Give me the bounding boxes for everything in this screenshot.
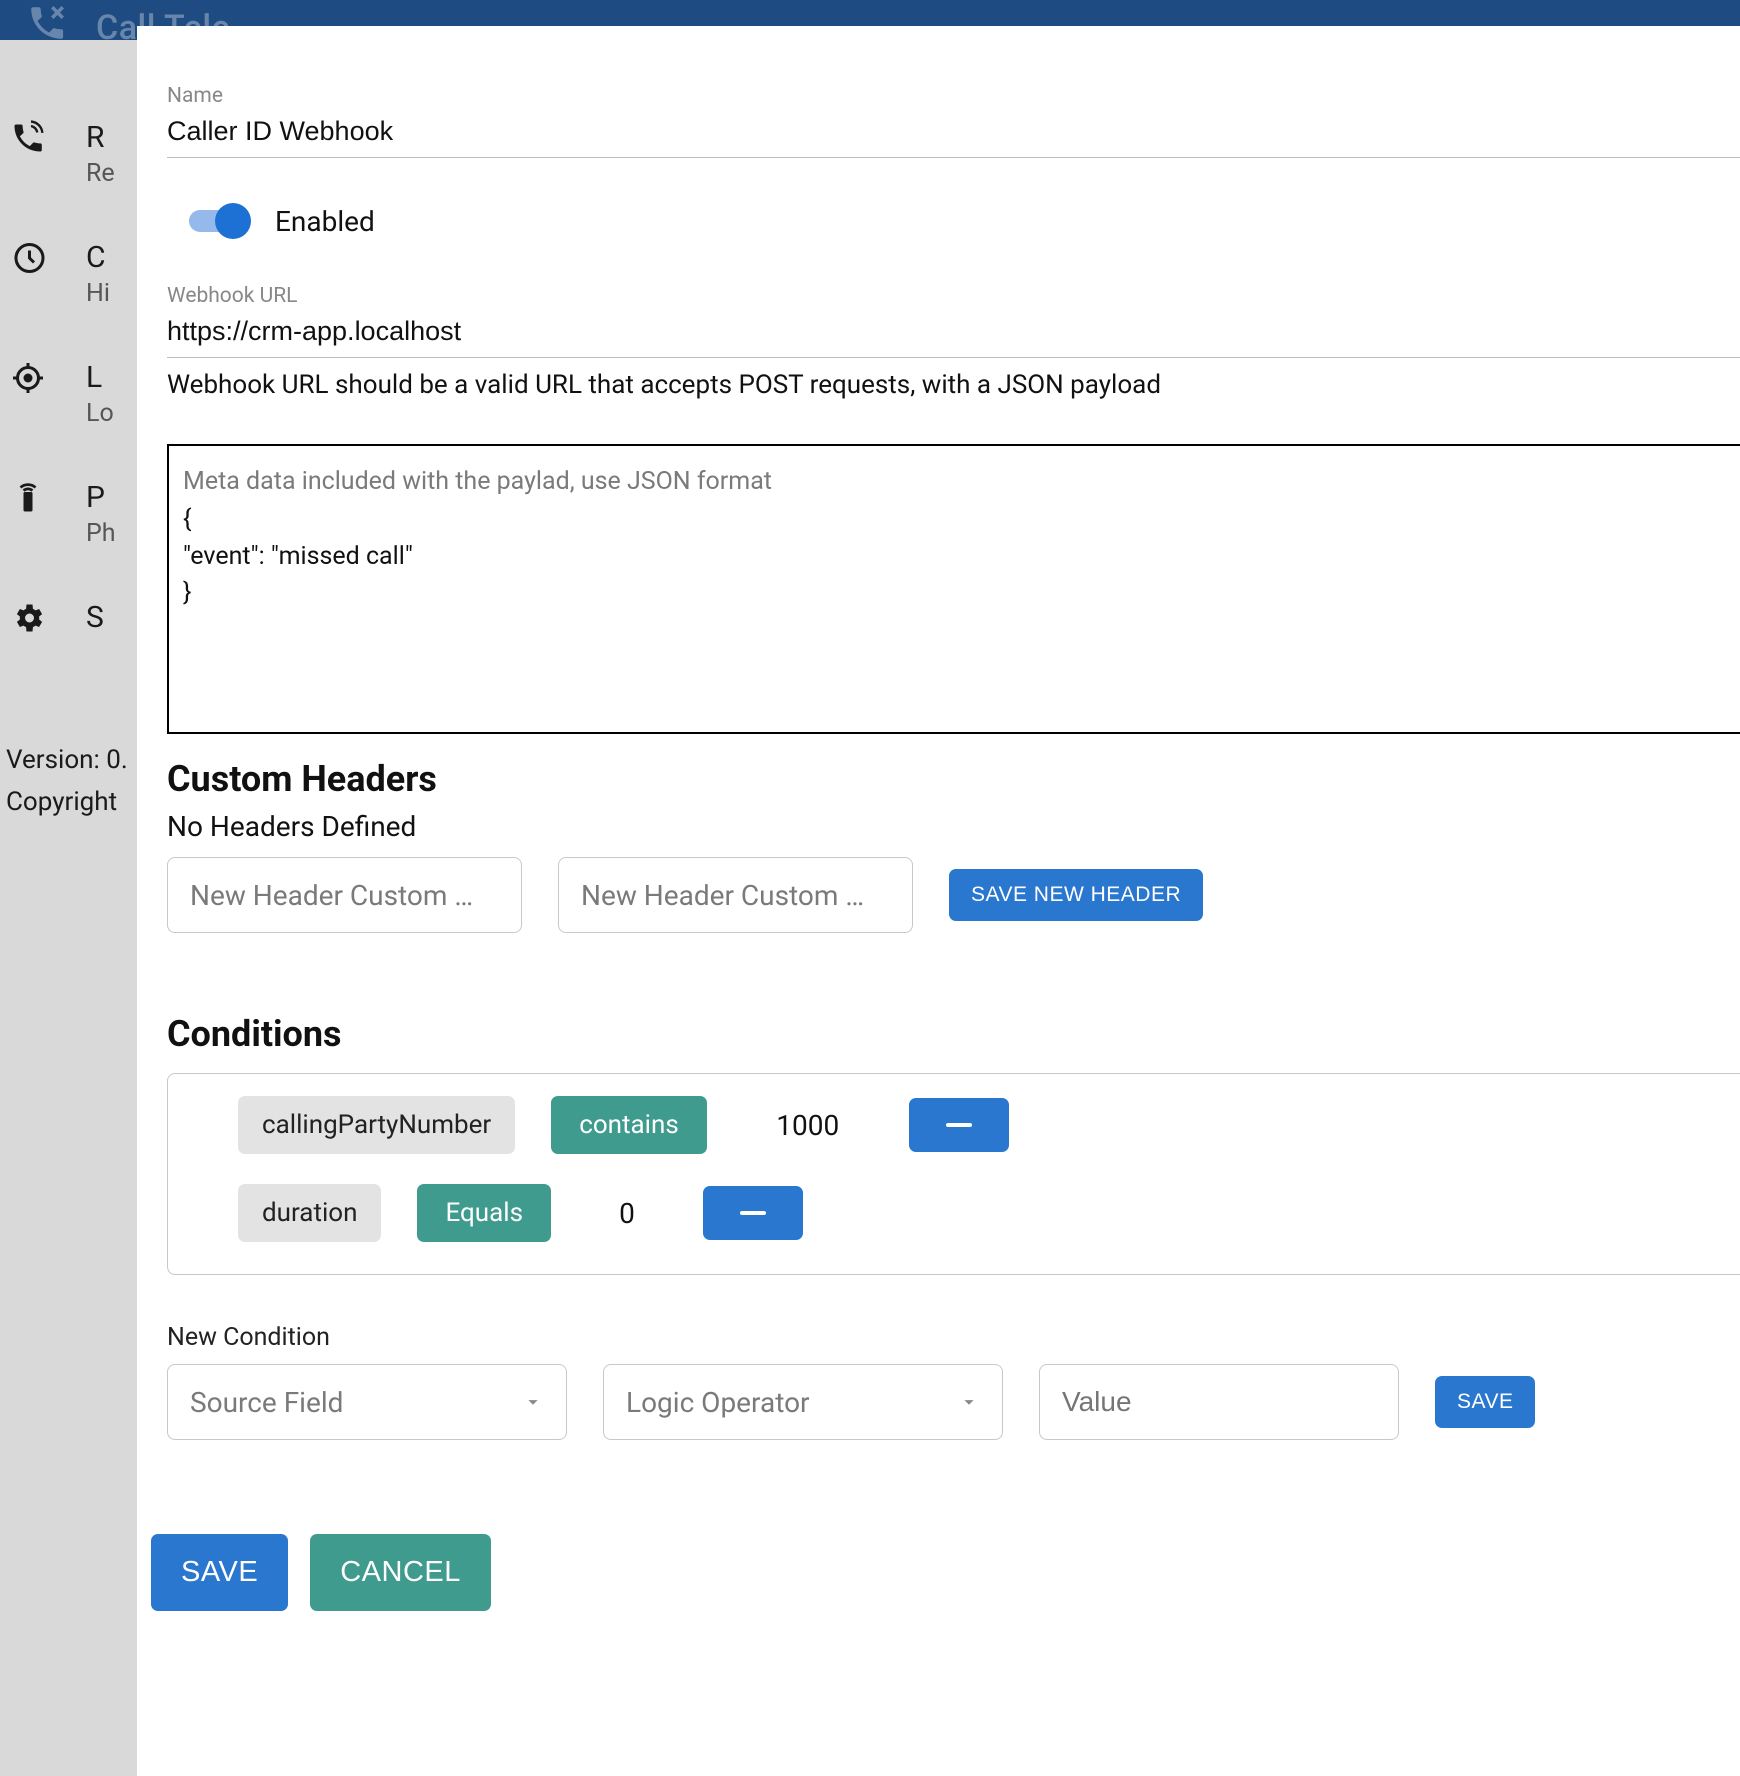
meta-textarea[interactable]: Meta data included with the paylad, use … [167, 444, 1740, 734]
condition-value-input[interactable] [1039, 1364, 1399, 1440]
sidebar-item[interactable]: S [8, 600, 148, 636]
remove-condition-button[interactable] [909, 1098, 1009, 1152]
location-icon [8, 360, 48, 396]
meta-placeholder: Meta data included with the paylad, use … [183, 464, 1724, 500]
name-input[interactable] [167, 112, 1740, 158]
meta-content: { "event": "missed call" } [183, 505, 413, 607]
device-icon [8, 480, 48, 516]
name-field: Name [167, 84, 1740, 158]
minus-icon [946, 1123, 972, 1127]
url-helper: Webhook URL should be a valid URL that a… [167, 370, 1740, 400]
new-condition-row: Source Field Logic Operator SAVE [167, 1364, 1740, 1440]
enabled-toggle[interactable] [189, 204, 249, 238]
history-icon [8, 240, 48, 276]
phone-active-icon [8, 120, 48, 156]
gear-icon [8, 600, 48, 636]
url-field: Webhook URL Webhook URL should be a vali… [167, 284, 1740, 400]
version-text: Version: 0. [6, 740, 128, 782]
condition-operator: Equals [417, 1184, 551, 1242]
cancel-button[interactable]: CANCEL [310, 1534, 491, 1611]
condition-field: duration [238, 1184, 381, 1242]
new-header-row: New Header Custom … New Header Custom … … [167, 857, 1740, 933]
headers-title: Custom Headers [167, 758, 1740, 800]
enabled-label: Enabled [275, 205, 375, 238]
headers-empty: No Headers Defined [167, 810, 1740, 843]
conditions-list: callingPartyNumber contains 1000 duratio… [167, 1073, 1740, 1275]
url-input[interactable] [167, 312, 1740, 358]
minus-icon [740, 1211, 766, 1215]
logic-operator-select[interactable]: Logic Operator [603, 1364, 1003, 1440]
sidebar-item[interactable]: PPh [8, 480, 148, 548]
condition-field: callingPartyNumber [238, 1096, 515, 1154]
condition-value: 0 [587, 1197, 667, 1230]
save-header-button[interactable]: SAVE NEW HEADER [949, 869, 1203, 921]
chevron-down-icon [958, 1391, 980, 1413]
condition-operator: contains [551, 1096, 707, 1154]
name-label: Name [167, 84, 1740, 108]
chevron-down-icon [522, 1391, 544, 1413]
header-value-input[interactable]: New Header Custom … [558, 857, 913, 933]
condition-value: 1000 [743, 1109, 873, 1142]
save-condition-button[interactable]: SAVE [1435, 1376, 1535, 1428]
sidebar: RRe CHi LLo PPh S [8, 40, 148, 636]
webhook-panel: Name Enabled Webhook URL Webhook URL sho… [137, 26, 1740, 1776]
remove-condition-button[interactable] [703, 1186, 803, 1240]
condition-row: callingPartyNumber contains 1000 [238, 1096, 1740, 1154]
new-condition-label: New Condition [167, 1323, 1740, 1352]
enabled-toggle-row: Enabled [189, 204, 1740, 238]
sidebar-item[interactable]: CHi [8, 240, 148, 308]
source-field-select[interactable]: Source Field [167, 1364, 567, 1440]
save-button[interactable]: SAVE [151, 1534, 288, 1611]
sidebar-item[interactable]: RRe [8, 120, 148, 188]
sidebar-footer: Version: 0. Copyright [6, 740, 128, 823]
sidebar-item[interactable]: LLo [8, 360, 148, 428]
conditions-title: Conditions [167, 1013, 1740, 1055]
copyright-text: Copyright [6, 782, 128, 824]
condition-row: duration Equals 0 [238, 1184, 1740, 1242]
url-label: Webhook URL [167, 284, 1740, 308]
header-key-input[interactable]: New Header Custom … [167, 857, 522, 933]
